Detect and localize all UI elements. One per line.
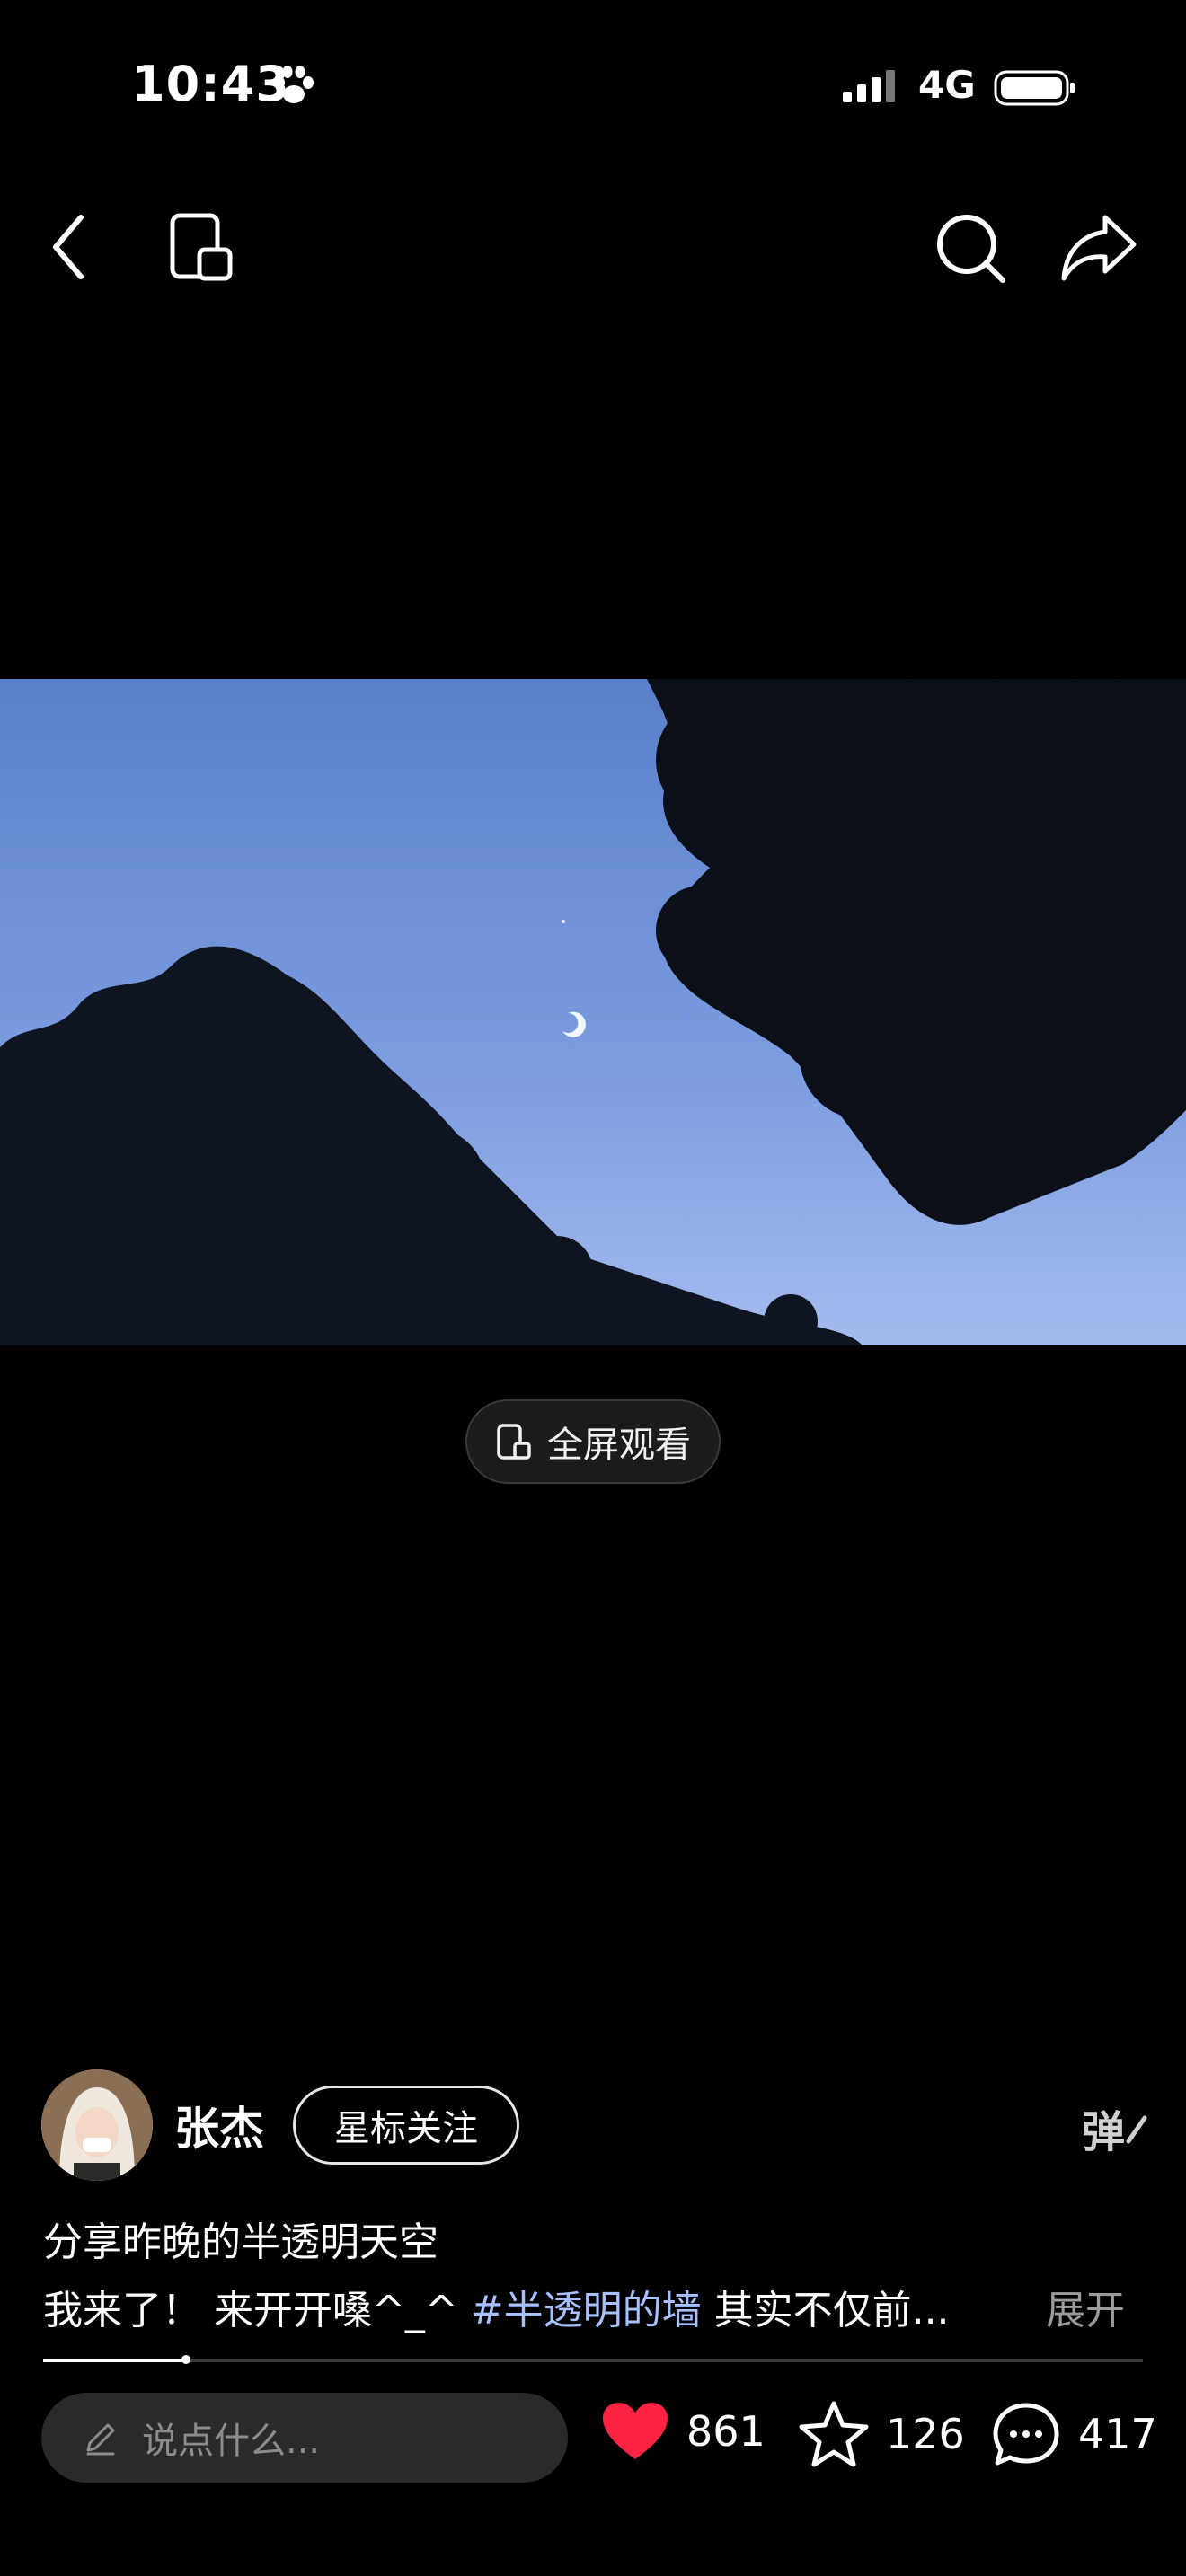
comments-button[interactable]: 417 [990,2400,1157,2468]
star-icon [799,2401,869,2467]
rotate-screen-icon[interactable] [167,207,235,287]
like-button[interactable]: 861 [600,2400,766,2463]
post-description: 我来了！ 来开开嗓^_^ #半透明的墙 其实不仅前... [43,2278,950,2335]
status-time: 10:43 [131,56,290,112]
search-icon[interactable] [931,207,1010,287]
pen-icon [86,2423,115,2456]
paw-icon [274,66,314,103]
video-progress-bar[interactable] [43,2355,1143,2364]
danmaku-toggle[interactable]: 弹 [1082,2096,1148,2159]
network-type: 4G [918,63,976,107]
comment-placeholder: 说点什么... [142,2421,321,2462]
pen-icon [1126,2115,1147,2144]
expand-button[interactable]: 展开 [1046,2278,1125,2335]
video-player[interactable] [0,679,1186,1345]
danmaku-label: 弹 [1082,2107,1126,2157]
share-icon[interactable] [1057,207,1139,287]
like-count: 861 [686,2407,766,2456]
comment-bubble-icon [993,2403,1059,2466]
rotate-screen-icon [497,1424,531,1460]
battery-icon [994,70,1075,106]
avatar[interactable] [41,2069,153,2181]
favorite-button[interactable]: 126 [798,2400,965,2468]
desc-text: 我来了！ 来开开嗓^_^ [43,2288,471,2333]
hashtag-link[interactable]: #半透明的墙 [471,2288,702,2333]
avatar-image [41,2069,153,2181]
fullscreen-button[interactable]: 全屏观看 [465,1399,721,1484]
post-title: 分享昨晚的半透明天空 [43,2219,438,2265]
comment-count: 417 [1078,2410,1157,2458]
progress-knob[interactable] [181,2355,191,2364]
heart-icon [603,2403,668,2459]
follow-button[interactable]: 星标关注 [293,2086,519,2165]
signal-icon [843,70,895,102]
favorite-count: 126 [886,2410,965,2458]
author-name[interactable]: 张杰 [174,2093,264,2157]
progress-fill [43,2359,187,2362]
comment-input[interactable]: 说点什么... [41,2393,568,2483]
desc-text-suffix: 其实不仅前... [701,2288,950,2333]
chevron-left-icon[interactable] [45,207,95,287]
fullscreen-label: 全屏观看 [547,1425,691,1466]
